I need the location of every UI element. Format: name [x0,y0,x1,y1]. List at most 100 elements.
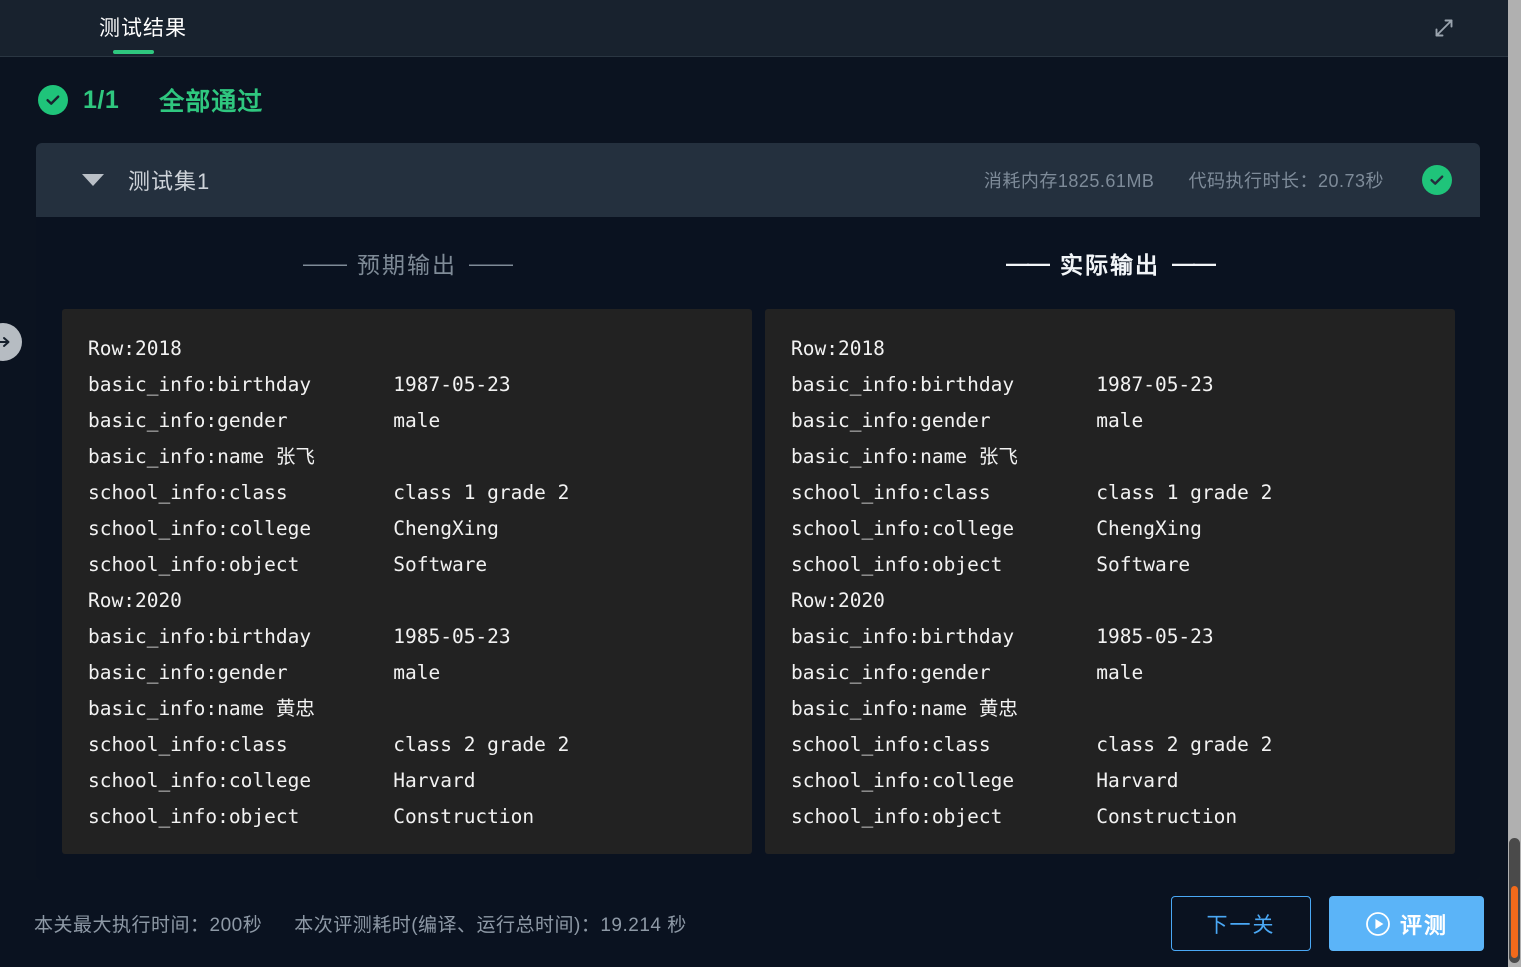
code-line-value: Harvard [1096,769,1179,792]
outputs-area: —— 预期输出 —— Row:2018 basic_info:birthday 1… [36,217,1480,880]
max-execution-time: 本关最大执行时间：200秒 [34,915,263,936]
code-line-value: class 1 grade 2 [393,481,570,504]
code-line: school_info:college ChengXing [791,511,1455,547]
code-line-gap [1002,805,1096,828]
code-line: school_info:object Software [88,547,752,583]
code-line: basic_info:name 张飞 [791,439,1455,475]
arrow-right-icon[interactable] [0,323,22,361]
code-line: school_info:class class 2 grade 2 [791,727,1455,763]
code-line-value: Software [393,553,488,576]
code-line: basic_info:birthday 1987-05-23 [88,367,752,403]
code-line-gap [288,481,394,504]
code-line-value: male [393,409,441,432]
code-line-value: class 2 grade 2 [393,733,570,756]
expand-arrows-icon[interactable] [1422,6,1466,50]
code-line-key: basic_info:name 张飞 [791,445,1018,468]
evaluate-button-label: 评测 [1399,912,1448,938]
actual-output-panel[interactable]: Row:2018 basic_info:birthday 1987-05-23 ba… [765,309,1455,854]
code-line-gap [288,733,394,756]
code-line-key: school_info:class [791,481,991,504]
code-line-gap [991,409,1097,432]
code-line-gap [288,409,394,432]
summary-count: 1/1 [83,85,120,114]
code-line-value: ChengXing [393,517,499,540]
code-line: school_info:class class 1 grade 2 [791,475,1455,511]
code-line-key: Row:2020 [791,589,885,612]
tab-test-result[interactable]: 测试结果 [99,0,187,57]
code-line-value: 1985-05-23 [1096,625,1214,648]
tab-active-underline [113,50,154,54]
code-line: school_info:college Harvard [791,763,1455,799]
evaluate-button[interactable]: 评测 [1329,896,1484,951]
play-circle-icon [1365,911,1391,937]
page-scrollbar-thumb[interactable] [1509,838,1520,963]
code-line-gap [311,625,393,648]
code-line-gap [1014,517,1096,540]
testset-card: 测试集1 消耗内存1825.61MB 代码执行时长：20.73秒 —— 预期输出… [36,143,1480,880]
code-line: basic_info:gender male [791,403,1455,439]
code-line-key: school_info:college [791,769,1015,792]
code-line-key: school_info:college [791,517,1015,540]
tab-bar: 测试结果 [0,0,1508,57]
code-line-gap [288,661,394,684]
code-line-gap [311,517,393,540]
testset-header[interactable]: 测试集1 消耗内存1825.61MB 代码执行时长：20.73秒 [36,143,1480,217]
actual-output-label: 实际输出 [1060,252,1160,278]
code-line-key: school_info:object [88,553,300,576]
code-line-key: school_info:college [88,769,312,792]
code-line-value: class 2 grade 2 [1096,733,1273,756]
code-line-key: school_info:class [88,733,288,756]
expected-output-panel[interactable]: Row:2018 basic_info:birthday 1987-05-23 ba… [62,309,752,854]
summary-row: 1/1 全部通过 [38,79,263,121]
code-line-key: school_info:object [791,805,1003,828]
code-line-key: Row:2018 [791,337,885,360]
footer-bar: 本关最大执行时间：200秒 本次评测耗时(编译、运行总时间)：19.214 秒 … [0,880,1508,967]
code-line-key: basic_info:birthday [791,625,1015,648]
expected-dash-right: —— [469,249,513,276]
next-level-button-label: 下一关 [1206,913,1276,937]
summary-status: 全部通过 [159,88,264,116]
code-line: school_info:class class 2 grade 2 [88,727,752,763]
code-line-value: male [1096,661,1144,684]
page-scrollbar[interactable] [1508,0,1521,967]
expected-output-label: 预期输出 [357,252,457,278]
code-line: school_info:object Construction [791,799,1455,835]
code-line: Row:2020 [791,583,1455,619]
code-line: school_info:class class 1 grade 2 [88,475,752,511]
code-line-key: basic_info:birthday [88,373,312,396]
expected-dash-left: —— [303,249,347,276]
code-line-value: male [393,661,441,684]
code-line-value: 1987-05-23 [1096,373,1214,396]
code-line: basic_info:gender male [791,655,1455,691]
tab-test-result-label: 测试结果 [99,16,187,40]
next-level-button[interactable]: 下一关 [1171,896,1311,951]
expected-output-title: —— 预期输出 —— [62,217,752,309]
code-line-gap [991,661,1097,684]
testset-duration: 代码执行时长：20.73秒 [1188,171,1384,191]
code-line: basic_info:gender male [88,655,752,691]
testset-memory: 消耗内存1825.61MB [983,171,1155,191]
code-line-key: basic_info:gender [88,409,288,432]
code-line: basic_info:name 张飞 [88,439,752,475]
code-line: Row:2020 [88,583,752,619]
code-line-gap [299,805,393,828]
code-line-value: 1985-05-23 [393,625,511,648]
code-line-key: school_info:object [88,805,300,828]
code-line-key: basic_info:gender [88,661,288,684]
code-line-gap [311,769,393,792]
actual-output-column: —— 实际输出 —— Row:2018 basic_info:birthday 1… [765,217,1455,854]
code-line-value: Construction [393,805,535,828]
code-line: Row:2018 [791,331,1455,367]
code-line-key: school_info:class [88,481,288,504]
code-line-gap [1002,553,1096,576]
code-line-key: school_info:object [791,553,1003,576]
caret-down-icon[interactable] [82,174,104,186]
code-line: basic_info:birthday 1987-05-23 [791,367,1455,403]
code-line: school_info:object Construction [88,799,752,835]
code-line-value: male [1096,409,1144,432]
code-line-key: Row:2018 [88,337,182,360]
code-line-gap [991,733,1097,756]
code-line-gap [1014,625,1096,648]
code-line: school_info:college Harvard [88,763,752,799]
code-line: basic_info:name 黄忠 [88,691,752,727]
